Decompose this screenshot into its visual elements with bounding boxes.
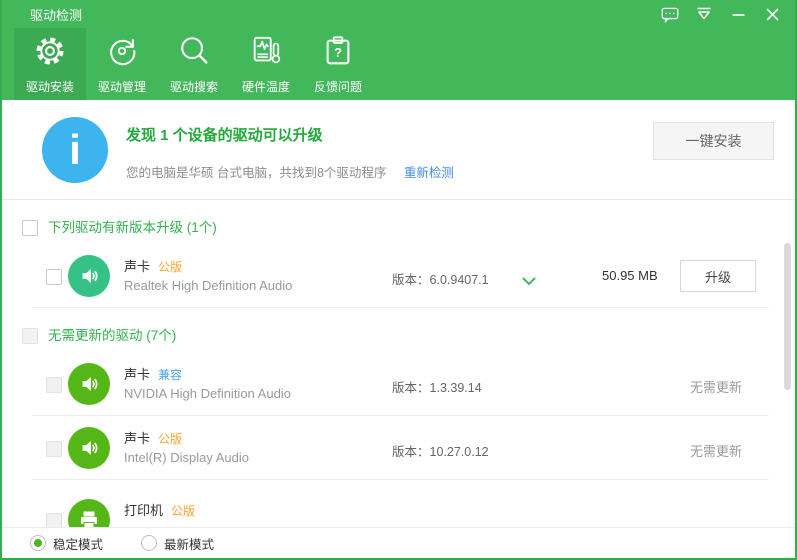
speaker-icon [68,363,110,405]
driver-status: 无需更新 [690,441,742,460]
driver-checkbox[interactable] [46,513,62,528]
stable-mode-option[interactable]: 稳定模式 [30,534,103,553]
message-bubble-icon[interactable] [661,5,679,23]
driver-row-realtek: 声卡公版 Realtek High Definition Audio 版本：6.… [2,244,795,308]
one-click-install-button[interactable]: 一键安装 [653,122,774,160]
driver-category-label: 声卡 [124,431,150,446]
temperature-icon [249,34,283,73]
driver-version: 版本：10.27.0.12 [392,441,489,460]
stable-mode-radio[interactable] [30,535,46,551]
driver-device-name: NVIDIA High Definition Audio [124,386,291,401]
question-clipboard-icon: ? [321,34,355,73]
window-controls [661,5,795,23]
section-uptodate-checkbox[interactable] [22,328,38,344]
computer-info-text: 您的电脑是华硕 台式电脑，共找到8个驱动程序 [126,166,386,180]
svg-text:?: ? [334,45,342,60]
version-value: 10.27.0.12 [430,445,489,459]
version-label: 版本： [392,273,430,287]
driver-row-intel: 声卡公版 Intel(R) Display Audio 版本：10.27.0.1… [2,416,795,480]
version-value: 6.0.9407.1 [430,273,489,287]
driver-tag: 兼容 [158,368,182,382]
driver-tag: 公版 [158,260,182,274]
mode-footer: 稳定模式 最新模式 [2,527,795,558]
section-title: 下列驱动有新版本升级 (1个) [48,216,217,236]
version-label: 版本： [392,445,430,459]
section-uptodate-header: 无需更新的驱动 (7个) [2,308,795,352]
app-window: 驱动检测 [0,0,797,560]
tab-label: 硬件温度 [242,78,290,95]
driver-version: 版本：1.3.39.14 [392,377,482,396]
tab-label: 驱动搜索 [170,78,218,95]
window-title: 驱动检测 [30,5,82,24]
driver-row-nvidia: 声卡兼容 NVIDIA High Definition Audio 版本：1.3… [2,352,795,416]
driver-status: 无需更新 [690,377,742,396]
latest-mode-option[interactable]: 最新模式 [141,534,214,553]
scan-result-banner: i 发现 1 个设备的驱动可以升级 您的电脑是华硕 台式电脑，共找到8个驱动程序… [2,100,795,200]
section-upgradable-checkbox[interactable] [22,220,38,236]
driver-device-name: Intel(R) Display Audio [124,450,249,465]
scrollbar-thumb[interactable] [784,243,791,390]
driver-row-printer: 打印机公版 [2,488,795,528]
main-nav: 驱动安装 驱动管理 驱动搜索 [2,28,795,100]
tab-driver-manage[interactable]: 驱动管理 [86,28,158,100]
close-icon[interactable] [763,5,781,23]
search-icon [177,34,211,73]
driver-category-label: 声卡 [124,367,150,382]
driver-version: 版本：6.0.9407.1 [392,269,489,288]
latest-mode-radio[interactable] [141,535,157,551]
upgrade-button[interactable]: 升级 [680,260,756,292]
driver-tag: 公版 [171,504,195,518]
driver-category-label: 打印机 [124,503,163,518]
tab-label: 驱动安装 [26,78,74,95]
driver-category: 声卡公版 [124,428,182,447]
driver-tag: 公版 [158,432,182,446]
version-value: 1.3.39.14 [430,381,482,395]
info-icon: i [42,117,108,183]
tab-hardware-temperature[interactable]: 硬件温度 [230,28,302,100]
chevron-down-icon[interactable] [522,273,536,291]
section-upgradable-header: 下列驱动有新版本升级 (1个) [2,200,795,244]
tab-label: 驱动管理 [98,78,146,95]
minimize-icon[interactable] [729,5,747,23]
tab-driver-search[interactable]: 驱动搜索 [158,28,230,100]
printer-icon [68,499,110,528]
driver-size: 50.95 MB [602,268,658,283]
driver-category: 打印机公版 [124,500,195,519]
mode-label: 最新模式 [164,534,214,553]
content-area: i 发现 1 个设备的驱动可以升级 您的电脑是华硕 台式电脑，共找到8个驱动程序… [2,100,795,528]
scan-result-heading: 发现 1 个设备的驱动可以升级 [126,124,323,145]
driver-category: 声卡兼容 [124,364,182,383]
tab-feedback[interactable]: ? 反馈问题 [302,28,374,100]
driver-checkbox[interactable] [46,269,62,285]
driver-checkbox[interactable] [46,441,62,457]
recheck-link[interactable]: 重新检测 [404,166,454,180]
driver-category-label: 声卡 [124,259,150,274]
speaker-icon [68,255,110,297]
driver-device-name: Realtek High Definition Audio [124,278,292,293]
minimize-to-tray-icon[interactable] [695,5,713,23]
gear-icon [33,34,67,73]
mode-label: 稳定模式 [53,534,103,553]
titlebar: 驱动检测 [2,0,795,28]
driver-checkbox[interactable] [46,377,62,393]
section-title: 无需更新的驱动 (7个) [48,324,176,344]
driver-category: 声卡公版 [124,256,182,275]
tab-driver-install[interactable]: 驱动安装 [14,28,86,100]
scan-result-subtext: 您的电脑是华硕 台式电脑，共找到8个驱动程序 重新检测 [126,162,454,181]
speaker-icon [68,427,110,469]
version-label: 版本： [392,381,430,395]
refresh-icon [105,34,139,73]
tab-label: 反馈问题 [314,78,362,95]
